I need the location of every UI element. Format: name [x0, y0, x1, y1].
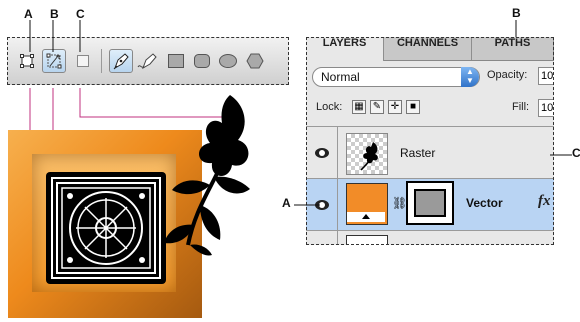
layers-panel: LAYERS CHANNELS PATHS Normal ▲ ▼ Opacity:… — [306, 37, 554, 245]
callout-a-panel: A — [282, 196, 291, 210]
panel-dashed-border — [306, 37, 554, 245]
ornament-emblem — [46, 172, 166, 284]
callout-c-panel: C — [572, 146, 580, 160]
panel-callout-a-leader — [294, 204, 320, 206]
flower-raster-artwork — [164, 95, 250, 256]
ornament-icon — [51, 177, 161, 279]
